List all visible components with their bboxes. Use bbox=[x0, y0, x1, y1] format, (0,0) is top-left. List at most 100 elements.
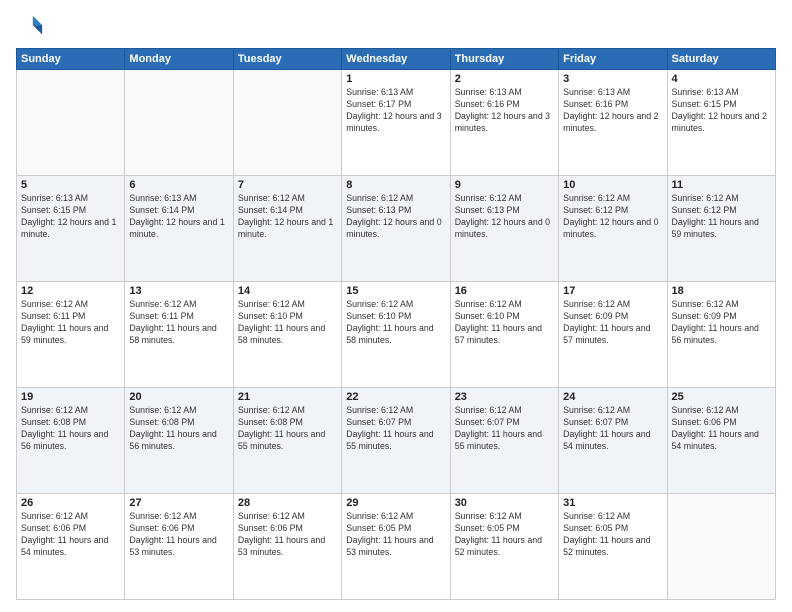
calendar-week-row: 1 Sunrise: 6:13 AMSunset: 6:17 PMDaylight… bbox=[17, 70, 776, 176]
logo bbox=[16, 12, 48, 40]
day-number: 17 bbox=[563, 285, 662, 297]
table-row: 9Sunrise: 6:12 AMSunset: 6:13 PMDaylight… bbox=[450, 176, 558, 282]
day-detail: Sunrise: 6:12 AMSunset: 6:08 PMDaylight:… bbox=[129, 405, 228, 453]
day-detail: Sunrise: 6:13 AMSunset: 6:15 PMDaylight:… bbox=[21, 193, 120, 241]
col-sunday: Sunday bbox=[17, 49, 125, 70]
day-number: 1 bbox=[346, 73, 445, 85]
table-row: 11 Sunrise: 6:12 AMSunset: 6:12 PMDayligh… bbox=[667, 176, 775, 282]
col-thursday: Thursday bbox=[450, 49, 558, 70]
day-detail: Sunrise: 6:12 AMSunset: 6:05 PMDaylight:… bbox=[346, 511, 445, 559]
table-row: 26 Sunrise: 6:12 AMSunset: 6:06 PMDayligh… bbox=[17, 494, 125, 600]
table-row: 22 Sunrise: 6:12 AMSunset: 6:07 PMDayligh… bbox=[342, 388, 450, 494]
day-detail: Sunrise: 6:12 AMSunset: 6:06 PMDaylight:… bbox=[238, 511, 337, 559]
table-row: 23 Sunrise: 6:12 AMSunset: 6:07 PMDayligh… bbox=[450, 388, 558, 494]
calendar-table: Sunday Monday Tuesday Wednesday Thursday… bbox=[16, 48, 776, 600]
table-row: 30 Sunrise: 6:12 AMSunset: 6:05 PMDayligh… bbox=[450, 494, 558, 600]
day-detail: Sunrise: 6:12 AMSunset: 6:05 PMDaylight:… bbox=[563, 511, 662, 559]
day-number: 6 bbox=[129, 179, 228, 191]
day-number: 30 bbox=[455, 497, 554, 509]
table-row: 5 Sunrise: 6:13 AMSunset: 6:15 PMDaylight… bbox=[17, 176, 125, 282]
day-number: 18 bbox=[672, 285, 771, 297]
day-number: 20 bbox=[129, 391, 228, 403]
col-tuesday: Tuesday bbox=[233, 49, 341, 70]
day-number: 14 bbox=[238, 285, 337, 297]
table-row: 6 Sunrise: 6:13 AMSunset: 6:14 PMDaylight… bbox=[125, 176, 233, 282]
day-detail: Sunrise: 6:12 AMSunset: 6:11 PMDaylight:… bbox=[21, 299, 120, 347]
day-detail: Sunrise: 6:12 AMSunset: 6:06 PMDaylight:… bbox=[129, 511, 228, 559]
calendar-week-row: 5 Sunrise: 6:13 AMSunset: 6:15 PMDaylight… bbox=[17, 176, 776, 282]
day-number: 8 bbox=[346, 179, 445, 191]
day-number: 11 bbox=[672, 179, 771, 191]
day-detail: Sunrise: 6:12 AMSunset: 6:07 PMDaylight:… bbox=[455, 405, 554, 453]
table-row: 1 Sunrise: 6:13 AMSunset: 6:17 PMDaylight… bbox=[342, 70, 450, 176]
day-number: 4 bbox=[672, 73, 771, 85]
day-number: 29 bbox=[346, 497, 445, 509]
table-row bbox=[233, 70, 341, 176]
table-row: 15 Sunrise: 6:12 AMSunset: 6:10 PMDayligh… bbox=[342, 282, 450, 388]
table-row: 14 Sunrise: 6:12 AMSunset: 6:10 PMDayligh… bbox=[233, 282, 341, 388]
day-detail: Sunrise: 6:12 AMSunset: 6:12 PMDaylight:… bbox=[672, 193, 771, 241]
day-number: 16 bbox=[455, 285, 554, 297]
day-detail: Sunrise: 6:12 AMSunset: 6:13 PMDaylight:… bbox=[455, 193, 554, 241]
col-wednesday: Wednesday bbox=[342, 49, 450, 70]
table-row: 20 Sunrise: 6:12 AMSunset: 6:08 PMDayligh… bbox=[125, 388, 233, 494]
day-number: 10 bbox=[563, 179, 662, 191]
table-row: 24 Sunrise: 6:12 AMSunset: 6:07 PMDayligh… bbox=[559, 388, 667, 494]
day-detail: Sunrise: 6:12 AMSunset: 6:14 PMDaylight:… bbox=[238, 193, 337, 241]
table-row bbox=[667, 494, 775, 600]
logo-icon bbox=[16, 12, 44, 40]
day-detail: Sunrise: 6:12 AMSunset: 6:10 PMDaylight:… bbox=[238, 299, 337, 347]
table-row: 21 Sunrise: 6:12 AMSunset: 6:08 PMDayligh… bbox=[233, 388, 341, 494]
calendar-week-row: 19 Sunrise: 6:12 AMSunset: 6:08 PMDayligh… bbox=[17, 388, 776, 494]
table-row: 10 Sunrise: 6:12 AMSunset: 6:12 PMDayligh… bbox=[559, 176, 667, 282]
day-number: 24 bbox=[563, 391, 662, 403]
day-detail: Sunrise: 6:12 AMSunset: 6:07 PMDaylight:… bbox=[563, 405, 662, 453]
day-number: 26 bbox=[21, 497, 120, 509]
header bbox=[16, 12, 776, 40]
day-detail: Sunrise: 6:12 AMSunset: 6:07 PMDaylight:… bbox=[346, 405, 445, 453]
day-number: 15 bbox=[346, 285, 445, 297]
day-number: 22 bbox=[346, 391, 445, 403]
table-row: 4 Sunrise: 6:13 AMSunset: 6:15 PMDaylight… bbox=[667, 70, 775, 176]
day-detail: Sunrise: 6:12 AMSunset: 6:13 PMDaylight:… bbox=[346, 193, 445, 241]
day-detail: Sunrise: 6:12 AMSunset: 6:12 PMDaylight:… bbox=[563, 193, 662, 241]
table-row: 31 Sunrise: 6:12 AMSunset: 6:05 PMDayligh… bbox=[559, 494, 667, 600]
col-friday: Friday bbox=[559, 49, 667, 70]
table-row: 27 Sunrise: 6:12 AMSunset: 6:06 PMDayligh… bbox=[125, 494, 233, 600]
day-detail: Sunrise: 6:12 AMSunset: 6:08 PMDaylight:… bbox=[238, 405, 337, 453]
day-detail: Sunrise: 6:12 AMSunset: 6:06 PMDaylight:… bbox=[21, 511, 120, 559]
day-detail: Sunrise: 6:13 AMSunset: 6:15 PMDaylight:… bbox=[672, 87, 771, 135]
table-row: 12 Sunrise: 6:12 AMSunset: 6:11 PMDayligh… bbox=[17, 282, 125, 388]
day-number: 31 bbox=[563, 497, 662, 509]
day-detail: Sunrise: 6:12 AMSunset: 6:08 PMDaylight:… bbox=[21, 405, 120, 453]
day-number: 13 bbox=[129, 285, 228, 297]
page: Sunday Monday Tuesday Wednesday Thursday… bbox=[0, 0, 792, 612]
table-row: 28 Sunrise: 6:12 AMSunset: 6:06 PMDayligh… bbox=[233, 494, 341, 600]
table-row: 18 Sunrise: 6:12 AMSunset: 6:09 PMDayligh… bbox=[667, 282, 775, 388]
day-number: 5 bbox=[21, 179, 120, 191]
day-detail: Sunrise: 6:12 AMSunset: 6:05 PMDaylight:… bbox=[455, 511, 554, 559]
day-number: 23 bbox=[455, 391, 554, 403]
table-row: 19 Sunrise: 6:12 AMSunset: 6:08 PMDayligh… bbox=[17, 388, 125, 494]
table-row: 17 Sunrise: 6:12 AMSunset: 6:09 PMDayligh… bbox=[559, 282, 667, 388]
day-detail: Sunrise: 6:13 AMSunset: 6:16 PMDaylight:… bbox=[455, 87, 554, 135]
table-row: 29 Sunrise: 6:12 AMSunset: 6:05 PMDayligh… bbox=[342, 494, 450, 600]
col-monday: Monday bbox=[125, 49, 233, 70]
day-number: 19 bbox=[21, 391, 120, 403]
day-number: 28 bbox=[238, 497, 337, 509]
day-detail: Sunrise: 6:12 AMSunset: 6:06 PMDaylight:… bbox=[672, 405, 771, 453]
table-row: 2Sunrise: 6:13 AMSunset: 6:16 PMDaylight… bbox=[450, 70, 558, 176]
calendar-week-row: 26 Sunrise: 6:12 AMSunset: 6:06 PMDayligh… bbox=[17, 494, 776, 600]
day-detail: Sunrise: 6:12 AMSunset: 6:09 PMDaylight:… bbox=[672, 299, 771, 347]
day-number: 7 bbox=[238, 179, 337, 191]
day-number: 21 bbox=[238, 391, 337, 403]
calendar-header-row: Sunday Monday Tuesday Wednesday Thursday… bbox=[17, 49, 776, 70]
table-row: 16Sunrise: 6:12 AMSunset: 6:10 PMDayligh… bbox=[450, 282, 558, 388]
day-detail: Sunrise: 6:12 AMSunset: 6:09 PMDaylight:… bbox=[563, 299, 662, 347]
day-number: 12 bbox=[21, 285, 120, 297]
day-detail: Sunrise: 6:13 AMSunset: 6:14 PMDaylight:… bbox=[129, 193, 228, 241]
calendar-week-row: 12 Sunrise: 6:12 AMSunset: 6:11 PMDayligh… bbox=[17, 282, 776, 388]
day-detail: Sunrise: 6:12 AMSunset: 6:10 PMDaylight:… bbox=[346, 299, 445, 347]
day-number: 27 bbox=[129, 497, 228, 509]
day-detail: Sunrise: 6:13 AMSunset: 6:17 PMDaylight:… bbox=[346, 87, 445, 135]
